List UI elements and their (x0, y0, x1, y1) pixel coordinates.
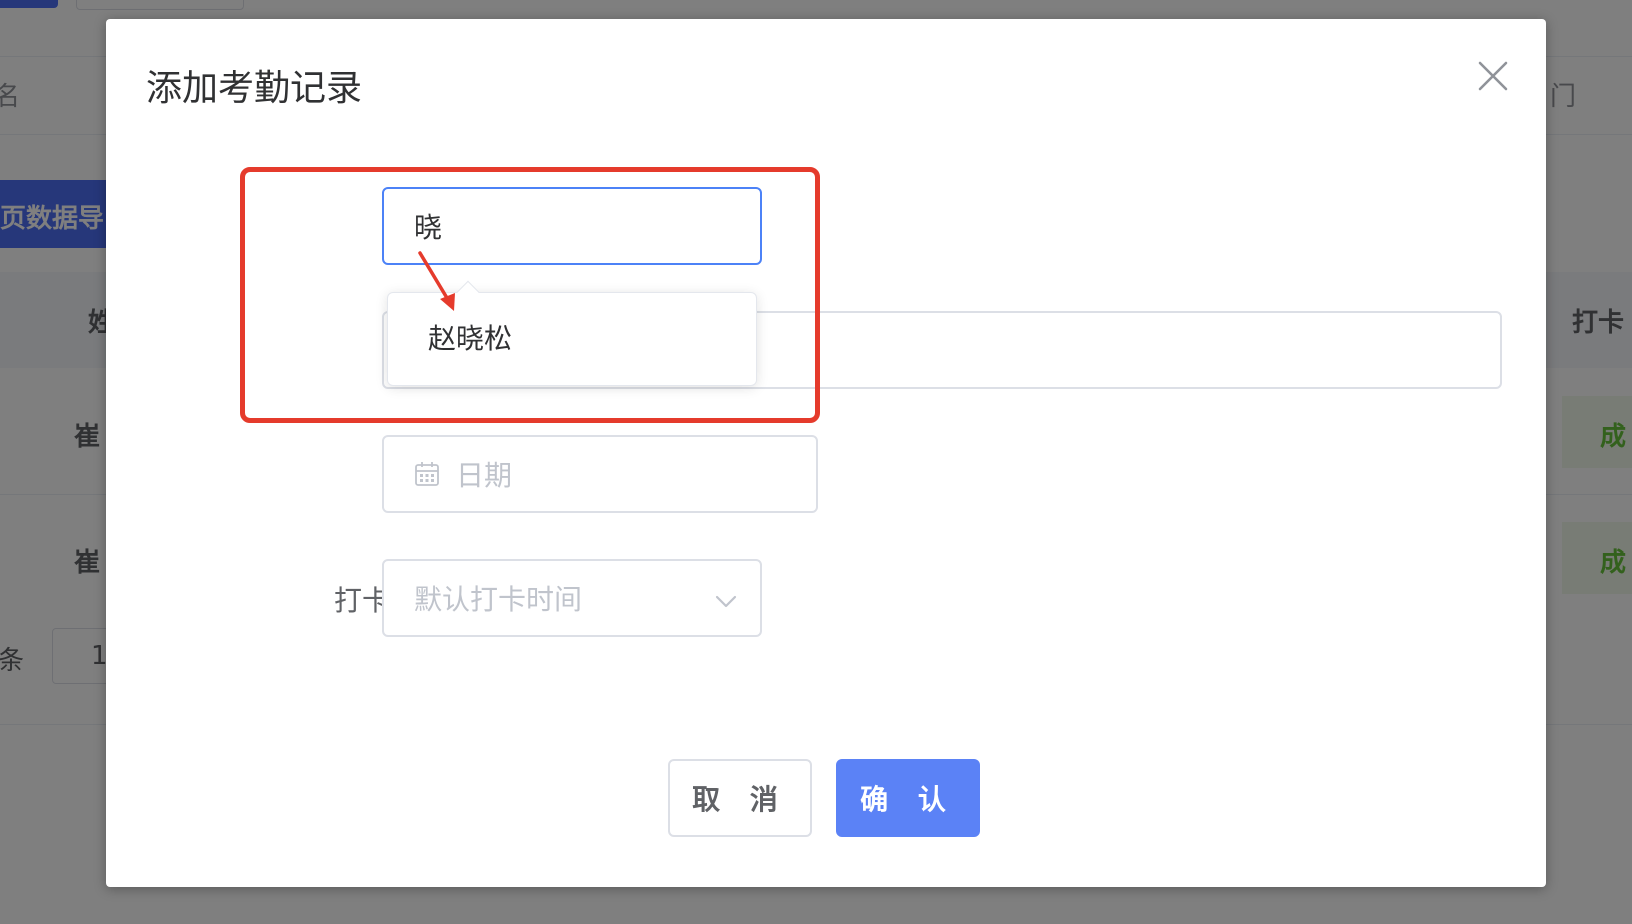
name-input-value: 晓 (414, 211, 443, 244)
add-attendance-dialog: 添加考勤记录 姓名 晓 考勤 日期 日期 打卡时间 默认打卡时间 赵晓松 (106, 19, 1546, 887)
dropdown-arrow (456, 280, 480, 304)
dialog-title: 添加考勤记录 (146, 68, 363, 109)
cancel-button[interactable]: 取 消 (668, 759, 812, 837)
name-input[interactable]: 晓 (382, 187, 762, 265)
date-picker-input[interactable]: 日期 (382, 435, 818, 513)
punch-time-placeholder: 默认打卡时间 (414, 583, 583, 616)
chevron-down-icon (714, 587, 738, 611)
calendar-icon (414, 461, 440, 487)
close-icon[interactable] (1476, 59, 1510, 93)
autocomplete-suggestion[interactable]: 赵晓松 (388, 309, 756, 369)
confirm-button[interactable]: 确 认 (836, 759, 980, 837)
punch-time-select[interactable]: 默认打卡时间 (382, 559, 762, 637)
autocomplete-dropdown: 赵晓松 (387, 280, 757, 386)
date-placeholder: 日期 (456, 459, 513, 492)
